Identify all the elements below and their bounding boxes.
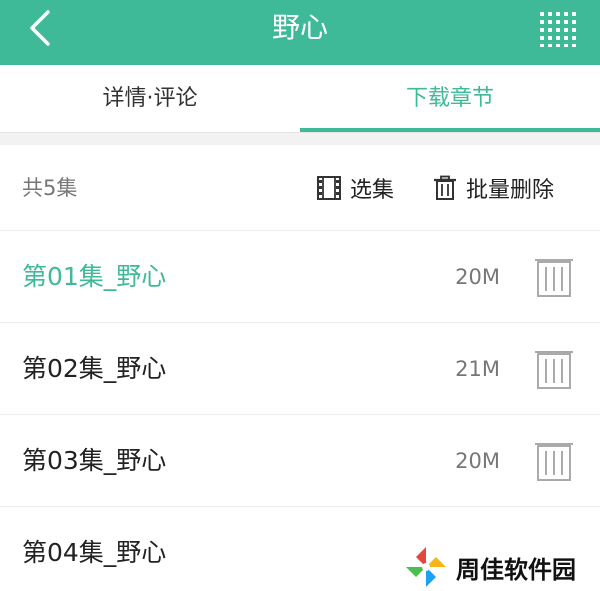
film-icon [317, 176, 341, 200]
watermark: 周佳软件园 [404, 543, 600, 591]
select-episodes-label: 选集 [350, 178, 395, 203]
pinwheel-logo-icon [406, 547, 446, 587]
episode-name: 第04集_野心 [22, 538, 167, 567]
episode-size: 21M [455, 357, 500, 381]
watermark-text: 周佳软件园 [456, 555, 576, 584]
trash-icon [434, 175, 456, 200]
episode-count: 共5集 [22, 176, 78, 200]
batch-delete-label: 批量删除 [466, 178, 555, 203]
delete-icon[interactable] [534, 348, 574, 390]
delete-icon[interactable] [534, 256, 574, 298]
select-episodes-button[interactable]: 选集 [316, 145, 394, 231]
episode-name: 第03集_野心 [22, 446, 167, 475]
delete-icon[interactable] [534, 440, 574, 482]
episode-name: 第01集_野心 [22, 262, 167, 291]
download-toolbar: 共5集 选集 批量删除 [0, 145, 600, 231]
list-item[interactable]: 第03集_野心 20M [0, 415, 600, 507]
list-item[interactable]: 第01集_野心 20M [0, 231, 600, 323]
active-tab-indicator [300, 128, 600, 132]
list-item[interactable]: 第02集_野心 21M [0, 323, 600, 415]
episode-size: 20M [455, 265, 500, 289]
episode-list: 第01集_野心 20M 第02集_野心 21M 第03集_野心 20M 第04集… [0, 231, 600, 591]
episode-size: 20M [455, 449, 500, 473]
episode-name: 第02集_野心 [22, 354, 167, 383]
grid-menu-icon[interactable] [538, 8, 582, 48]
page-title: 野心 [271, 11, 328, 44]
app-header: 野心 [0, 0, 600, 65]
tab-download-chapters[interactable]: 下载章节 [300, 65, 600, 133]
batch-delete-button[interactable]: 批量删除 [432, 145, 554, 231]
tab-bar: 详情·评论 下载章节 [0, 65, 600, 133]
section-divider [0, 133, 600, 145]
tab-details-comments[interactable]: 详情·评论 [0, 65, 300, 133]
